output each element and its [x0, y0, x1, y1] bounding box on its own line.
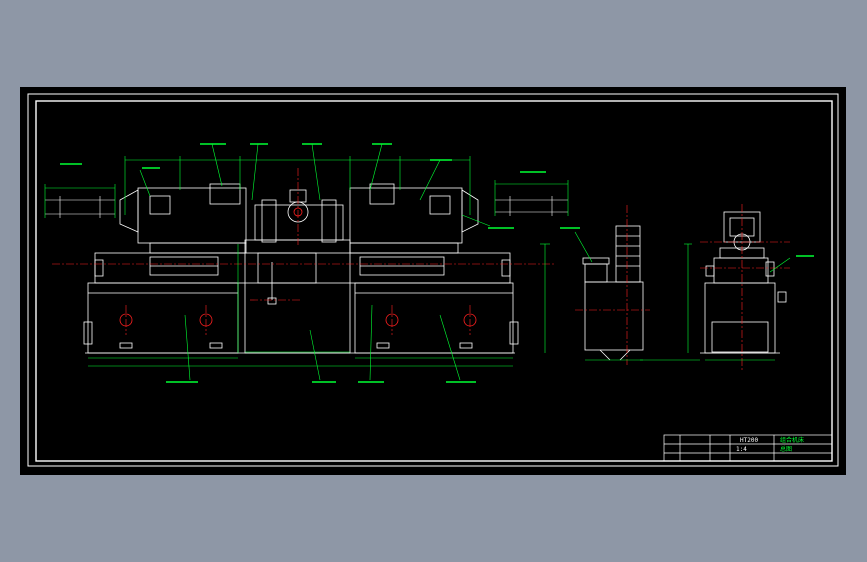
title-block-code: HT200	[740, 437, 758, 444]
cad-drawing: HT200 1:4 组合机床 总图	[27, 93, 839, 467]
callout-marks	[60, 143, 814, 383]
center-lines	[52, 168, 555, 335]
left-slide	[94, 252, 246, 284]
hydraulic-station	[582, 225, 644, 361]
front-dimensions	[88, 143, 550, 381]
side-dims	[640, 243, 791, 361]
cad-viewport[interactable]: HT200 1:4 组合机床 总图	[20, 87, 846, 475]
right-base	[354, 282, 514, 354]
drawing-frame	[27, 93, 839, 467]
right-detail	[495, 196, 568, 216]
side-center-lines	[700, 204, 790, 370]
title-block-label-a: 组合机床	[780, 436, 804, 444]
right-detail-dim	[494, 180, 569, 216]
left-detail	[45, 196, 115, 218]
hydraulic-marks	[575, 205, 650, 365]
fixture-center	[254, 204, 344, 241]
left-detail-dim	[44, 184, 116, 218]
side-view	[700, 211, 787, 354]
left-base	[87, 282, 239, 354]
title-block-label-b: 总图	[780, 445, 792, 453]
center-base	[244, 282, 351, 354]
right-slide	[349, 252, 511, 284]
title-block-scale: 1:4	[736, 446, 747, 453]
